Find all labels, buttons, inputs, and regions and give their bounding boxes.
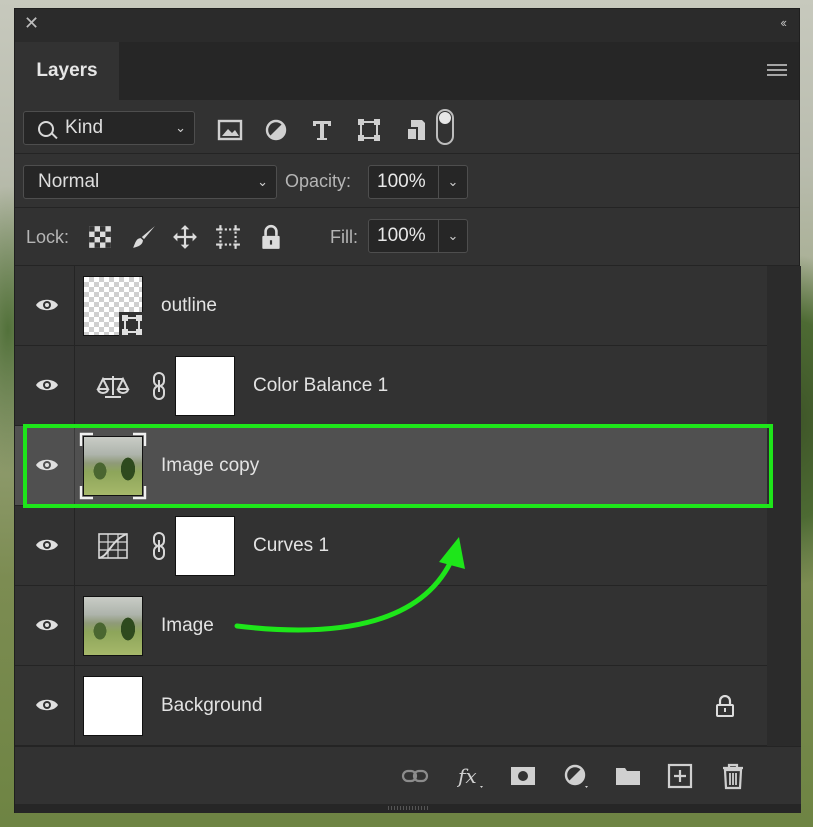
lock-row: Lock: Fill: 100% ⌄ bbox=[15, 208, 799, 266]
eye-icon[interactable] bbox=[35, 697, 59, 713]
layer-row[interactable]: Image bbox=[15, 586, 767, 666]
shape-filter-icon[interactable] bbox=[356, 118, 382, 142]
layer-row[interactable]: Background bbox=[15, 666, 767, 746]
visibility-cell bbox=[15, 586, 75, 665]
panel-titlebar: ✕ ‹‹ bbox=[15, 9, 799, 42]
layers-footer: fx bbox=[15, 746, 801, 804]
layers-panel: ✕ ‹‹ Layers Kind ⌄ Normal ⌄ Opacity: 100… bbox=[14, 8, 801, 813]
layer-name[interactable]: Curves 1 bbox=[253, 535, 329, 557]
eye-icon[interactable] bbox=[35, 297, 59, 313]
add-mask-icon[interactable] bbox=[509, 762, 537, 790]
layer-mask-thumbnail[interactable] bbox=[175, 516, 235, 576]
link-layers-icon[interactable] bbox=[401, 762, 429, 790]
layer-thumbnail bbox=[83, 676, 143, 736]
lock-all-icon[interactable] bbox=[258, 224, 284, 250]
filter-toggle[interactable] bbox=[436, 109, 454, 145]
new-layer-icon[interactable] bbox=[666, 762, 694, 790]
layer-name[interactable]: Image bbox=[161, 615, 214, 637]
layer-row[interactable]: Curves 1 bbox=[15, 506, 767, 586]
tab-layers[interactable]: Layers bbox=[15, 42, 119, 100]
color-balance-icon bbox=[96, 376, 130, 398]
layer-row[interactable]: outline bbox=[15, 266, 767, 346]
resize-grip[interactable] bbox=[15, 804, 801, 813]
adjustment-filter-icon[interactable] bbox=[263, 118, 289, 142]
kind-label: Kind bbox=[65, 117, 104, 138]
chevron-down-icon[interactable]: ⌄ bbox=[438, 166, 467, 198]
delete-layer-icon[interactable] bbox=[719, 762, 747, 790]
mask-link-icon[interactable] bbox=[151, 371, 167, 401]
collapse-icon[interactable]: ‹‹ bbox=[780, 15, 787, 30]
fx-icon[interactable]: fx bbox=[457, 762, 485, 790]
lock-icon[interactable] bbox=[715, 695, 735, 717]
layer-name[interactable]: Background bbox=[161, 695, 262, 717]
blend-row: Normal ⌄ Opacity: 100% ⌄ bbox=[15, 154, 799, 208]
fill-label: Fill: bbox=[330, 227, 358, 247]
layer-mask-thumbnail[interactable] bbox=[175, 356, 235, 416]
opacity-value: 100% bbox=[377, 171, 426, 192]
lock-image-pixels-icon[interactable] bbox=[131, 224, 157, 250]
new-group-icon[interactable] bbox=[614, 762, 642, 790]
visibility-cell bbox=[15, 506, 75, 585]
mask-link-icon[interactable] bbox=[151, 531, 167, 561]
search-icon bbox=[38, 121, 54, 137]
opacity-field[interactable]: 100% ⌄ bbox=[368, 165, 468, 199]
chevron-down-icon: ⌄ bbox=[175, 120, 186, 135]
eye-icon[interactable] bbox=[35, 377, 59, 393]
shape-layer-badge-icon bbox=[119, 312, 145, 338]
opacity-label: Opacity: bbox=[285, 171, 352, 191]
tab-row: Layers bbox=[15, 42, 799, 100]
layer-thumbnail bbox=[83, 596, 143, 656]
fill-value: 100% bbox=[377, 225, 426, 246]
blend-mode-value: Normal bbox=[38, 171, 100, 192]
new-fill-adjustment-icon[interactable] bbox=[562, 762, 590, 790]
eye-icon[interactable] bbox=[35, 537, 59, 553]
curves-icon bbox=[98, 533, 128, 559]
kind-filter-select[interactable]: Kind ⌄ bbox=[23, 111, 195, 145]
visibility-cell bbox=[15, 346, 75, 425]
fill-field[interactable]: 100% ⌄ bbox=[368, 219, 468, 253]
visibility-cell bbox=[15, 266, 75, 345]
chevron-down-icon: ⌄ bbox=[257, 174, 268, 189]
image-filter-icon[interactable] bbox=[217, 118, 243, 142]
blend-mode-select[interactable]: Normal ⌄ bbox=[23, 165, 277, 199]
layer-row[interactable]: Color Balance 1 bbox=[15, 346, 767, 426]
selected-layer-highlight bbox=[23, 424, 773, 508]
layer-name[interactable]: Color Balance 1 bbox=[253, 375, 388, 397]
lock-label: Lock: bbox=[26, 227, 70, 247]
lock-transparent-pixels-icon[interactable] bbox=[87, 224, 113, 250]
lock-position-icon[interactable] bbox=[172, 224, 198, 250]
filter-row: Kind ⌄ bbox=[15, 100, 799, 154]
smart-object-filter-icon[interactable] bbox=[403, 118, 429, 142]
close-icon[interactable]: ✕ bbox=[24, 14, 40, 32]
svg-text:fx: fx bbox=[457, 764, 477, 788]
eye-icon[interactable] bbox=[35, 617, 59, 633]
type-filter-icon[interactable] bbox=[309, 118, 335, 142]
chevron-down-icon[interactable]: ⌄ bbox=[438, 220, 467, 252]
lock-artboard-icon[interactable] bbox=[215, 224, 241, 250]
panel-menu-icon[interactable] bbox=[767, 64, 787, 78]
visibility-cell bbox=[15, 666, 75, 745]
layer-name[interactable]: outline bbox=[161, 295, 217, 317]
